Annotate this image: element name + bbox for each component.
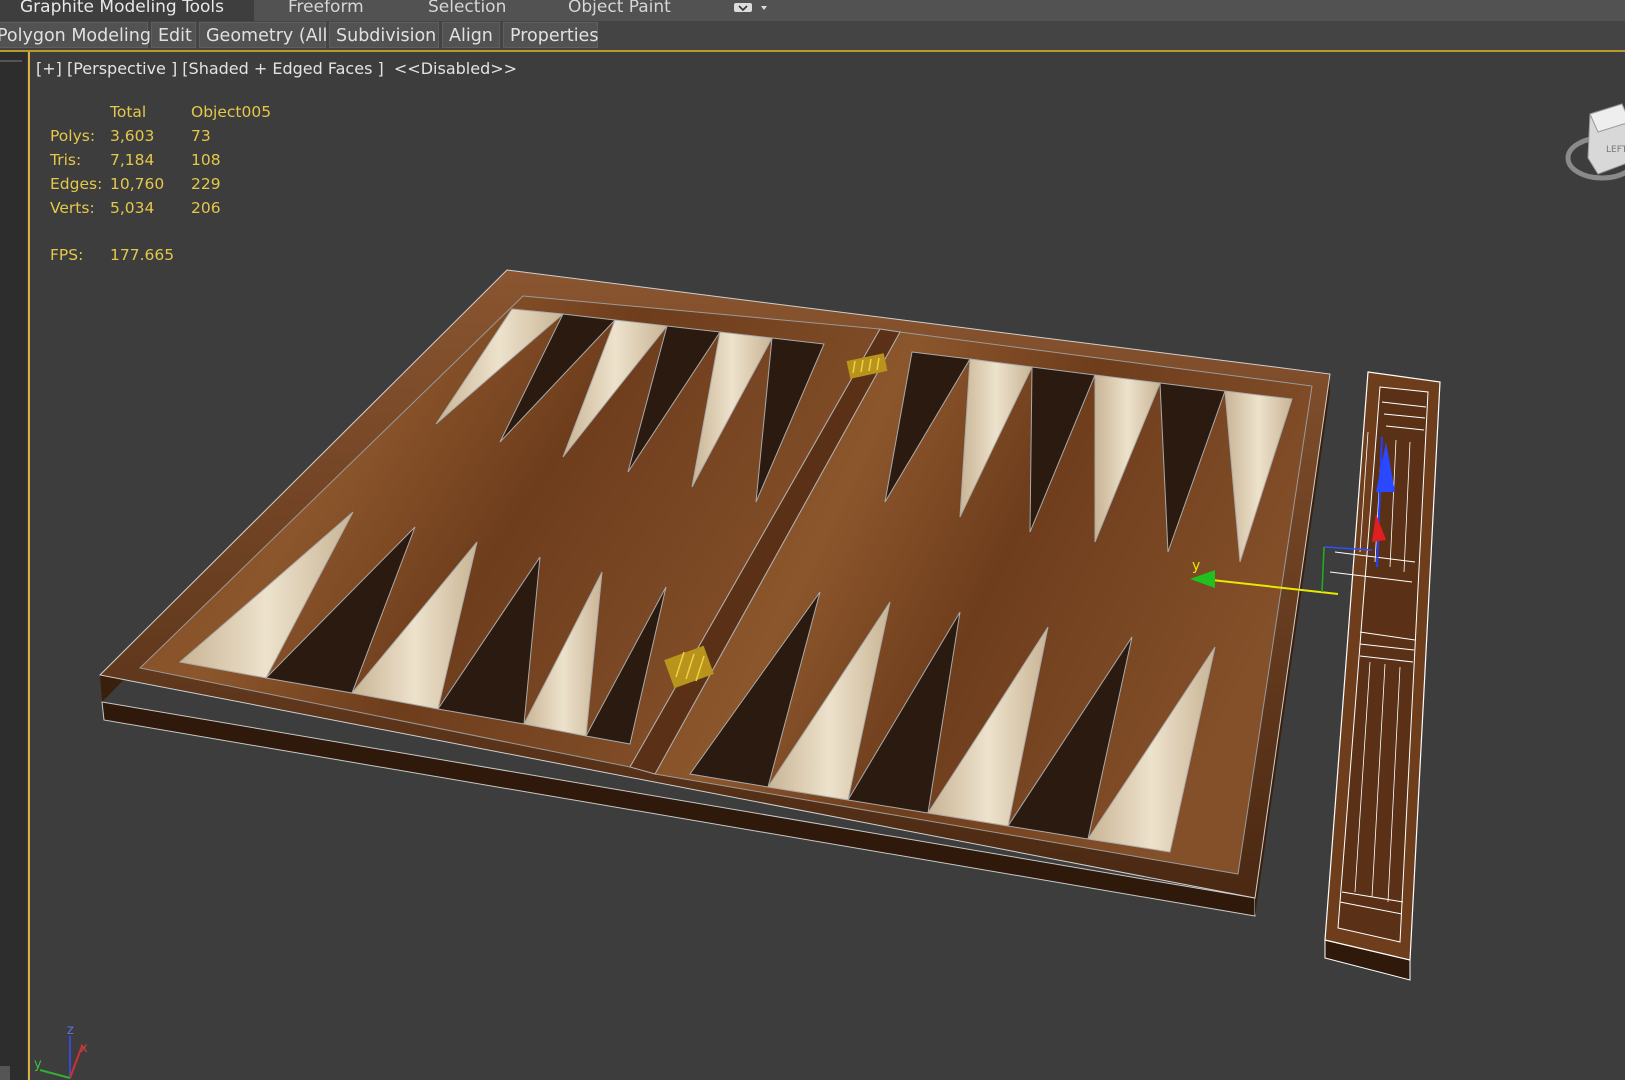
command-panel-edge <box>0 52 27 1080</box>
panel-polygon-modeling[interactable]: Polygon Modeling <box>0 22 151 48</box>
backgammon-board[interactable] <box>98 269 1331 917</box>
axis-y-label: y <box>34 1057 42 1072</box>
panel-subdivision[interactable]: Subdivision <box>329 22 439 48</box>
panel-align[interactable]: Align <box>442 22 500 48</box>
tab-freeform[interactable]: Freeform <box>288 0 364 21</box>
stats-header-total: Total <box>110 103 147 121</box>
viewport-scene: y z x y <box>34 269 1441 1079</box>
strip-divider <box>0 60 22 62</box>
stats-label-polys: Polys: <box>50 127 96 145</box>
viewcube-icon: LEFT <box>1565 103 1625 181</box>
tab-selection[interactable]: Selection <box>428 0 506 21</box>
strip-scroll-handle[interactable] <box>0 1066 10 1080</box>
world-axis-tripod: z x y <box>34 1023 88 1079</box>
axis-z-label: z <box>67 1023 74 1038</box>
tab-object-paint[interactable]: Object Paint <box>568 0 671 21</box>
panel-geometry-all[interactable]: Geometry (All) <box>199 22 334 48</box>
ribbon-panel-bar: Polygon Modeling Edit Geometry (All) Sub… <box>0 21 1625 52</box>
panel-properties[interactable]: Properties <box>503 22 598 48</box>
stats-header-object: Object005 <box>191 103 272 121</box>
ribbon-tab-bar: Graphite Modeling Tools Freeform Selecti… <box>0 0 1625 21</box>
gizmo-y-label: y <box>1192 558 1200 574</box>
stats-label-fps: FPS: <box>50 246 84 264</box>
stats-label-tris: Tris: <box>50 151 82 169</box>
stats-fps-value: 177.665 <box>110 246 175 264</box>
viewport-label-menu[interactable]: [+] [Perspective ] [Shaded + Edged Faces… <box>36 59 517 78</box>
tab-graphite-modeling-tools[interactable]: Graphite Modeling Tools <box>0 0 255 21</box>
stats-total-polys: 3,603 <box>110 127 155 145</box>
viewcube[interactable]: LEFT <box>1560 102 1625 202</box>
ribbon-options-dropdown[interactable] <box>734 0 770 12</box>
stats-total-edges: 10,760 <box>110 175 165 193</box>
chevron-down-icon <box>734 3 767 12</box>
stats-label-verts: Verts: <box>50 199 95 217</box>
stats-object-verts: 206 <box>191 199 221 217</box>
panel-edit[interactable]: Edit <box>151 22 196 48</box>
stats-total-tris: 7,184 <box>110 151 155 169</box>
stats-total-verts: 5,034 <box>110 199 155 217</box>
viewcube-face-label: LEFT <box>1606 145 1625 155</box>
stats-label-edges: Edges: <box>50 175 103 193</box>
stats-object-tris: 108 <box>191 151 221 169</box>
stats-object-polys: 73 <box>191 127 211 145</box>
perspective-viewport[interactable]: y z x y [+] [Perspective ] [Shaded + Edg… <box>28 52 1625 1080</box>
axis-x-label: x <box>80 1041 88 1056</box>
stats-object-edges: 229 <box>191 175 221 193</box>
